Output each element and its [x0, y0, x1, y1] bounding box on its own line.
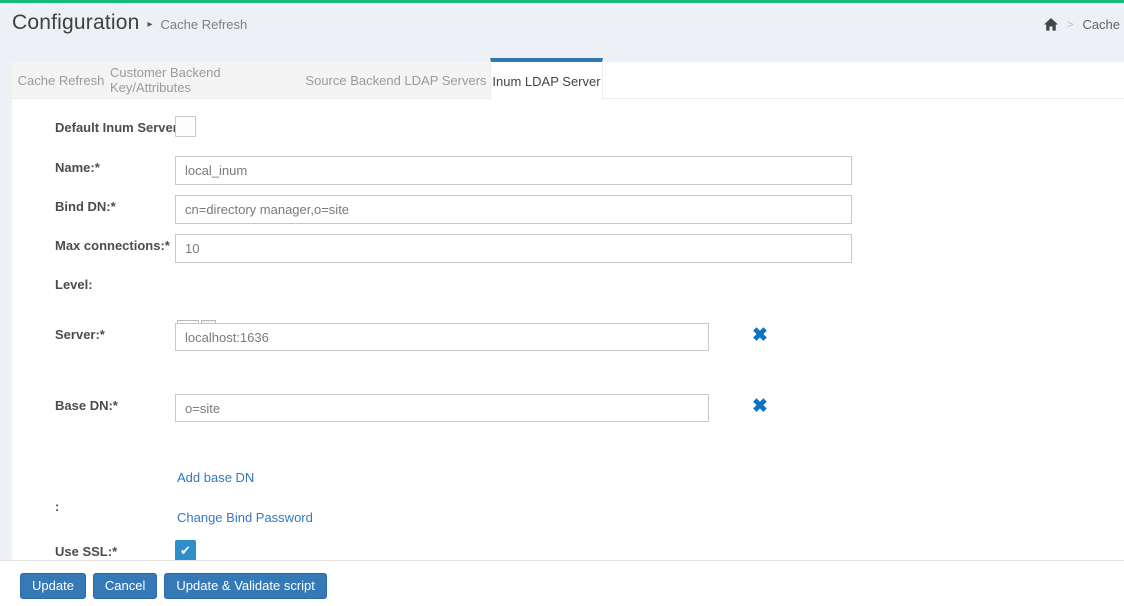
default-inum-server-checkbox[interactable]	[175, 116, 196, 137]
server-input[interactable]	[175, 323, 709, 351]
max-connections-input[interactable]	[175, 234, 852, 263]
base-dn-input[interactable]	[175, 394, 709, 422]
form-actions: Update Cancel Update & Validate script	[20, 573, 327, 599]
tab-customer-backend-key-attributes[interactable]: Customer Backend Key/Attributes	[110, 62, 302, 98]
caret-right-icon: ▸	[147, 19, 153, 30]
bind-password-label: :	[55, 499, 60, 514]
max-connections-label: Max connections:*	[55, 238, 170, 253]
breadcrumb-item-cache-refresh[interactable]: Cache Refresh	[1082, 17, 1124, 32]
name-input[interactable]	[175, 156, 852, 185]
name-label: Name:*	[55, 160, 100, 175]
server-label: Server:*	[55, 327, 105, 342]
add-base-dn-link[interactable]: Add base DN	[177, 470, 254, 485]
page-subtitle: Cache Refresh	[160, 17, 248, 32]
remove-base-dn-icon[interactable]: ✖	[752, 397, 772, 418]
tab-cache-refresh[interactable]: Cache Refresh	[12, 62, 110, 98]
update-validate-script-button[interactable]: Update & Validate script	[164, 573, 327, 599]
bind-dn-input[interactable]	[175, 195, 852, 224]
bind-dn-label: Bind DN:*	[55, 199, 116, 214]
chevron-right-icon: >	[1067, 18, 1074, 31]
default-inum-server-label: Default Inum Server:	[55, 120, 183, 135]
use-ssl-label: Use SSL:*	[55, 544, 118, 559]
content-panel: Cache Refresh Customer Backend Key/Attri…	[12, 58, 1124, 561]
tab-inum-ldap-server[interactable]: Inum LDAP Server	[490, 58, 603, 100]
use-ssl-checkbox[interactable]	[175, 540, 196, 561]
cancel-button[interactable]: Cancel	[92, 573, 158, 599]
tab-source-backend-ldap-servers[interactable]: Source Backend LDAP Servers	[302, 62, 490, 98]
page-title: Configuration ▸ Cache Refresh	[12, 11, 247, 35]
footer-divider	[0, 560, 1124, 561]
level-label: Level:	[55, 277, 93, 292]
base-dn-label: Base DN:*	[55, 398, 118, 413]
change-bind-password-link[interactable]: Change Bind Password	[177, 510, 313, 525]
remove-server-icon[interactable]: ✖	[752, 326, 772, 347]
left-gutter	[0, 62, 12, 560]
tab-bar: Cache Refresh Customer Backend Key/Attri…	[12, 58, 1124, 100]
update-button[interactable]: Update	[20, 573, 86, 599]
page-title-text: Configuration	[12, 11, 140, 34]
home-icon[interactable]	[1044, 18, 1058, 31]
breadcrumb: > Cache Refresh	[1044, 17, 1124, 32]
inum-ldap-server-form: Default Inum Server: Name:* Bind DN:* Ma…	[12, 99, 1124, 561]
